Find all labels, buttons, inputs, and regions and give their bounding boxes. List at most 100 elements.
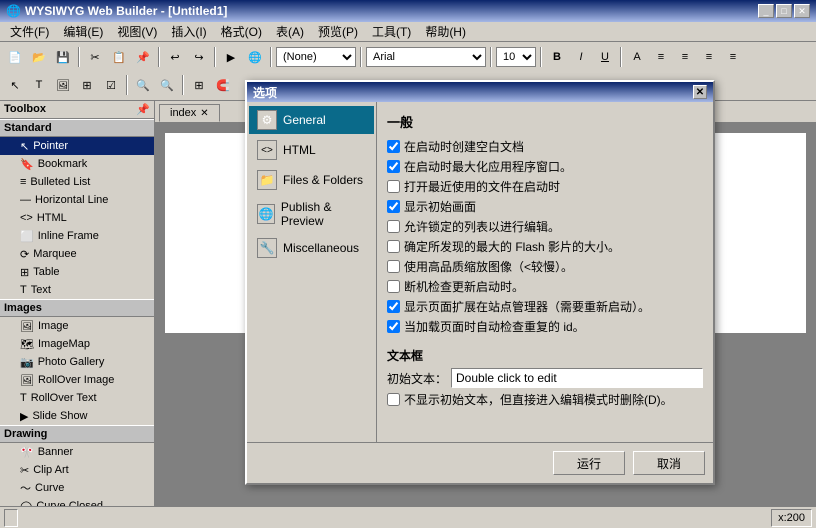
publish-button[interactable]: 🌐 xyxy=(244,46,266,68)
files-nav-icon: 📁 xyxy=(257,170,277,190)
section-images[interactable]: Images xyxy=(0,299,154,317)
image-button[interactable]: 🖼 xyxy=(52,74,74,96)
text-button[interactable]: T xyxy=(28,74,50,96)
underline-button[interactable]: U xyxy=(594,46,616,68)
tool-banner[interactable]: 🎌 Banner xyxy=(0,443,154,461)
save-button[interactable]: 💾 xyxy=(52,46,74,68)
tab-index[interactable]: index ✕ xyxy=(159,104,220,122)
zoom-in-button[interactable]: 🔍 xyxy=(132,74,154,96)
dialog-nav-misc[interactable]: 🔧 Miscellaneous xyxy=(249,234,374,262)
italic-button[interactable]: I xyxy=(570,46,592,68)
dialog-nav-html[interactable]: <> HTML xyxy=(249,136,374,164)
dialog-close-button[interactable]: ✕ xyxy=(693,85,707,99)
ok-button[interactable]: 运行 xyxy=(553,451,625,475)
checkbox-9[interactable] xyxy=(387,320,400,333)
redo-button[interactable]: ↪ xyxy=(188,46,210,68)
menu-table[interactable]: 表(A) xyxy=(270,22,310,41)
tool-clip-art[interactable]: ✂ Clip Art xyxy=(0,461,154,479)
paste-button[interactable]: 📌 xyxy=(132,46,154,68)
align-justify-button[interactable]: ≡ xyxy=(722,46,744,68)
initial-text-input[interactable] xyxy=(451,368,703,388)
align-left-button[interactable]: ≡ xyxy=(650,46,672,68)
tool-html[interactable]: <> HTML xyxy=(0,209,154,227)
checkbox-5[interactable] xyxy=(387,240,400,253)
imagemap-icon: 🗺 xyxy=(20,338,34,351)
section-drawing[interactable]: Drawing xyxy=(0,425,154,443)
tool-image[interactable]: 🖼 Image xyxy=(0,317,154,335)
align-center-button[interactable]: ≡ xyxy=(674,46,696,68)
menu-file[interactable]: 文件(F) xyxy=(4,22,55,41)
menu-tools[interactable]: 工具(T) xyxy=(366,22,417,41)
menu-help[interactable]: 帮助(H) xyxy=(419,22,472,41)
tool-table[interactable]: ⊞ Table xyxy=(0,263,154,281)
close-button[interactable]: ✕ xyxy=(794,4,810,18)
text-box-field-label: 初始文本： xyxy=(387,370,447,387)
tool-bookmark[interactable]: 🔖 Bookmark xyxy=(0,155,154,173)
new-button[interactable]: 📄 xyxy=(4,46,26,68)
dialog-content: 一般 在启动时创建空白文档 在启动时最大化应用程序窗口。 打开最近使用的文件在启… xyxy=(377,102,713,442)
cut-button[interactable]: ✂ xyxy=(84,46,106,68)
checkbox-4[interactable] xyxy=(387,220,400,233)
tool-bulleted-list[interactable]: ≡ Bulleted List xyxy=(0,173,154,191)
banner-icon: 🎌 xyxy=(20,446,34,459)
checkbox-6[interactable] xyxy=(387,260,400,273)
dialog-nav-publish[interactable]: 🌐 Publish & Preview xyxy=(249,196,374,232)
copy-button[interactable]: 📋 xyxy=(108,46,130,68)
menu-preview[interactable]: 预览(P) xyxy=(312,22,364,41)
maximize-button[interactable]: □ xyxy=(776,4,792,18)
dialog-nav-files[interactable]: 📁 Files & Folders xyxy=(249,166,374,194)
tab-close-button[interactable]: ✕ xyxy=(200,108,208,119)
bold-button[interactable]: B xyxy=(546,46,568,68)
form-button[interactable]: ☑ xyxy=(100,74,122,96)
font-color-button[interactable]: A xyxy=(626,46,648,68)
undo-button[interactable]: ↩ xyxy=(164,46,186,68)
tool-inline-frame[interactable]: ⬜ Inline Frame xyxy=(0,227,154,245)
open-button[interactable]: 📂 xyxy=(28,46,50,68)
checkbox-2[interactable] xyxy=(387,180,400,193)
text-box-checkbox[interactable] xyxy=(387,393,400,406)
checkbox-label-8: 显示页面扩展在站点管理器（需要重新启动）。 xyxy=(404,299,650,315)
tool-slide-show[interactable]: ▶ Slide Show xyxy=(0,407,154,425)
tool-pointer[interactable]: ↖ Pointer xyxy=(0,137,154,155)
checkbox-row-1: 在启动时最大化应用程序窗口。 xyxy=(387,159,703,175)
toolbox-pin[interactable]: 📌 xyxy=(136,103,150,116)
tool-rollover-text[interactable]: T RollOver Text xyxy=(0,389,154,407)
menu-view[interactable]: 视图(V) xyxy=(111,22,163,41)
toolbox-header: Toolbox 📌 xyxy=(0,101,154,119)
tool-photo-gallery[interactable]: 📷 Photo Gallery xyxy=(0,353,154,371)
dialog-nav-general[interactable]: ⚙ General xyxy=(249,106,374,134)
tool-curve-closed[interactable]: ◯ Curve Closed xyxy=(0,497,154,506)
table-button[interactable]: ⊞ xyxy=(76,74,98,96)
dialog-title-text: 选项 xyxy=(253,84,277,101)
checkbox-3[interactable] xyxy=(387,200,400,213)
select-button[interactable]: ↖ xyxy=(4,74,26,96)
checkbox-7[interactable] xyxy=(387,280,400,293)
checkbox-1[interactable] xyxy=(387,160,400,173)
section-standard[interactable]: Standard xyxy=(0,119,154,137)
tool-curve[interactable]: 〜 Curve xyxy=(0,479,154,497)
publish-nav-icon: 🌐 xyxy=(257,204,275,224)
style-dropdown[interactable]: (None) xyxy=(276,47,356,67)
font-dropdown[interactable]: Arial xyxy=(366,47,486,67)
checkbox-0[interactable] xyxy=(387,140,400,153)
checkbox-8[interactable] xyxy=(387,300,400,313)
menu-edit[interactable]: 编辑(E) xyxy=(57,22,109,41)
tool-horizontal-line[interactable]: — Horizontal Line xyxy=(0,191,154,209)
preview-button[interactable]: ▶ xyxy=(220,46,242,68)
tab-label: index xyxy=(170,107,196,119)
tool-text[interactable]: T Text xyxy=(0,281,154,299)
menu-insert[interactable]: 插入(I) xyxy=(165,22,212,41)
menu-format[interactable]: 格式(O) xyxy=(215,22,268,41)
zoom-out-button[interactable]: 🔍 xyxy=(156,74,178,96)
tool-imagemap[interactable]: 🗺 ImageMap xyxy=(0,335,154,353)
html-nav-icon: <> xyxy=(257,140,277,160)
align-right-button[interactable]: ≡ xyxy=(698,46,720,68)
cancel-button[interactable]: 取消 xyxy=(633,451,705,475)
snap-button[interactable]: 🧲 xyxy=(212,74,234,96)
tool-marquee[interactable]: ⟳ Marquee xyxy=(0,245,154,263)
minimize-button[interactable]: _ xyxy=(758,4,774,18)
grid-button[interactable]: ⊞ xyxy=(188,74,210,96)
checkbox-label-3: 显示初始画面 xyxy=(404,199,476,215)
size-dropdown[interactable]: 10 xyxy=(496,47,536,67)
tool-rollover-image[interactable]: 🖼 RollOver Image xyxy=(0,371,154,389)
